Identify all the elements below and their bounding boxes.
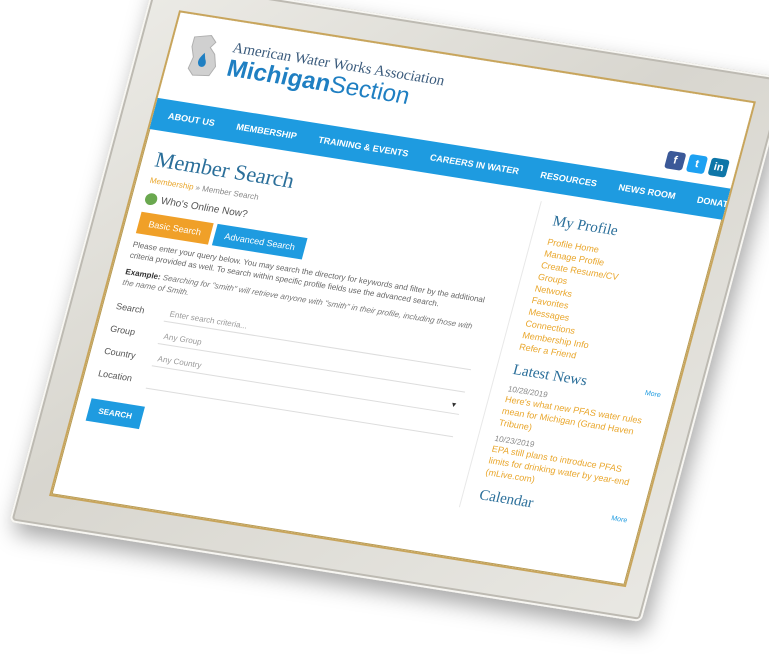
facebook-icon[interactable]: f xyxy=(664,150,687,171)
country-label: Country xyxy=(103,345,137,360)
nav-membership[interactable]: MEMBERSHIP xyxy=(224,120,309,143)
nav-about-us[interactable]: ABOUT US xyxy=(156,109,227,130)
monitor-frame: American Water Works Association Michiga… xyxy=(9,0,769,623)
website-screen: American Water Works Association Michiga… xyxy=(51,12,754,585)
twitter-icon[interactable]: t xyxy=(685,153,709,175)
group-label: Group xyxy=(109,323,137,337)
site-logo[interactable]: American Water Works Association Michiga… xyxy=(178,28,448,117)
nav-news-room[interactable]: NEWS ROOM xyxy=(606,181,687,203)
photo-scene: American Water Works Association Michiga… xyxy=(0,0,769,658)
breadcrumb-membership-link[interactable]: Membership xyxy=(149,176,195,192)
nav-training-events[interactable]: TRAINING & EVENTS xyxy=(306,133,420,160)
online-users-icon xyxy=(143,192,159,206)
nav-resources[interactable]: RESOURCES xyxy=(528,168,609,190)
search-button[interactable]: SEARCH xyxy=(85,398,145,430)
dropdown-arrow-icon: ▼ xyxy=(449,401,459,409)
michigan-map-logo-icon xyxy=(178,28,231,83)
nav-donations[interactable]: DONATIONS xyxy=(685,193,753,214)
main-content: Member Search Membership » Member Search… xyxy=(79,141,541,507)
nav-careers[interactable]: CAREERS IN WATER xyxy=(418,151,531,178)
location-label: Location xyxy=(97,367,134,383)
tab-basic-search[interactable]: Basic Search xyxy=(135,211,214,245)
search-label: Search xyxy=(115,300,146,315)
